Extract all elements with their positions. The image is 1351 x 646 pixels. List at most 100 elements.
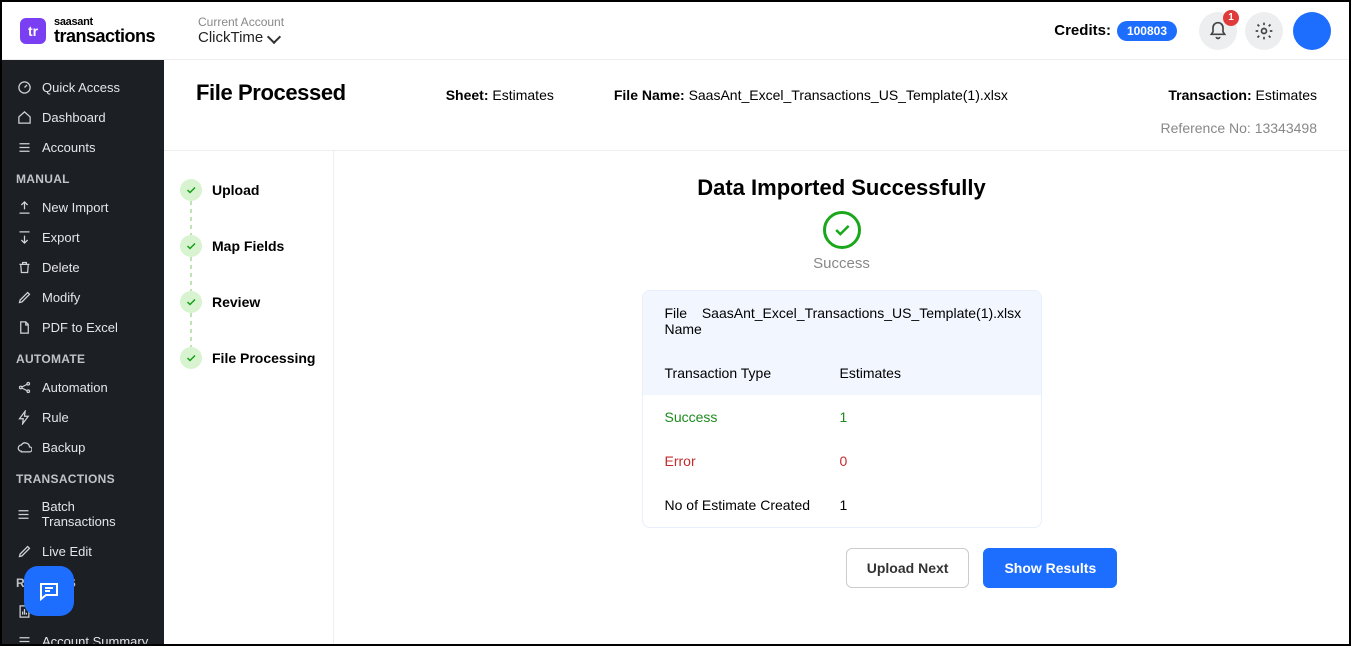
summary-value: SaasAnt_Excel_Transactions_US_Template(1… [702, 305, 1021, 337]
list-icon [16, 139, 32, 155]
result-panel: Data Imported Successfully Success File … [334, 151, 1349, 644]
summary-row: No of Estimate Created1 [643, 483, 1041, 527]
summary-key: Error [665, 453, 840, 469]
sidebar-item-label: New Import [42, 200, 108, 215]
summary-row: Success1 [643, 395, 1041, 439]
brand-bottom: transactions [54, 27, 155, 45]
upload-next-button[interactable]: Upload Next [846, 548, 970, 588]
sidebar-item-label: Automation [42, 380, 108, 395]
sidebar-item-modify[interactable]: Modify [2, 282, 164, 312]
bolt-icon [16, 409, 32, 425]
sidebar-item-export[interactable]: Export [2, 222, 164, 252]
sidebar-item-quick-access[interactable]: Quick Access [2, 72, 164, 102]
sidebar-item-backup[interactable]: Backup [2, 432, 164, 462]
account-label: Current Account [198, 15, 284, 29]
account-value: ClickTime [198, 29, 263, 46]
sidebar-item-label: Dashboard [42, 110, 106, 125]
sidebar-item-label: Export [42, 230, 80, 245]
app-header: tr saasant transactions Current Account … [2, 2, 1349, 60]
import-stepper: Upload Map Fields Review File Processing [164, 151, 334, 644]
page-title: File Processed [196, 80, 346, 106]
credits-label: Credits: [1054, 22, 1111, 39]
sidebar-item-live-edit[interactable]: Live Edit [2, 536, 164, 566]
sidebar-item-label: Accounts [42, 140, 95, 155]
chevron-down-icon [269, 29, 279, 46]
sidebar-item-pdf-to-excel[interactable]: PDF to Excel [2, 312, 164, 342]
page-header: File Processed Sheet: Estimates File Nam… [164, 60, 1349, 151]
gear-icon [1254, 21, 1274, 41]
user-avatar[interactable] [1293, 12, 1331, 50]
step-label: Review [212, 294, 260, 310]
account-picker[interactable]: Current Account ClickTime [198, 15, 284, 46]
trash-icon [16, 259, 32, 275]
notification-badge: 1 [1223, 10, 1239, 26]
transaction-info: Transaction: Estimates [1168, 87, 1317, 103]
sidebar-section-title: TRANSACTIONS [2, 462, 164, 492]
summary-box: File NameSaasAnt_Excel_Transactions_US_T… [642, 290, 1042, 528]
reference-no: Reference No: 13343498 [196, 120, 1317, 136]
summary-row: Error0 [643, 439, 1041, 483]
sidebar-item-label: Live Edit [42, 544, 92, 559]
stack-icon [16, 633, 32, 644]
main-content: File Processed Sheet: Estimates File Nam… [164, 60, 1349, 644]
sidebar-item-dashboard[interactable]: Dashboard [2, 102, 164, 132]
notifications-button[interactable]: 1 [1199, 12, 1237, 50]
success-check-icon [823, 211, 861, 249]
brand-badge-icon: tr [20, 18, 46, 44]
result-title: Data Imported Successfully [374, 175, 1309, 201]
file-icon [16, 319, 32, 335]
credits-value[interactable]: 100803 [1117, 21, 1177, 41]
sidebar-section-title: MANUAL [2, 162, 164, 192]
home-icon [16, 109, 32, 125]
summary-key: Success [665, 409, 840, 425]
cloud-icon [16, 439, 32, 455]
summary-row: Transaction TypeEstimates [643, 351, 1041, 395]
summary-value: 1 [840, 497, 1019, 513]
summary-row: File NameSaasAnt_Excel_Transactions_US_T… [643, 291, 1041, 351]
chat-icon [37, 579, 61, 603]
chat-fab[interactable] [24, 566, 74, 616]
step-label: Map Fields [212, 238, 284, 254]
settings-button[interactable] [1245, 12, 1283, 50]
sidebar-item-label: Delete [42, 260, 80, 275]
sidebar-item-label: Modify [42, 290, 80, 305]
sidebar-item-account-summary[interactable]: Account Summary [2, 626, 164, 644]
sidebar-item-batch-transactions[interactable]: Batch Transactions [2, 492, 164, 536]
gauge-icon [16, 79, 32, 95]
step-review: Review [180, 291, 317, 313]
summary-value: 1 [840, 409, 1019, 425]
sidebar-item-label: Rule [42, 410, 69, 425]
sidebar-item-accounts[interactable]: Accounts [2, 132, 164, 162]
check-icon [180, 235, 202, 257]
sidebar: Quick Access Dashboard Accounts MANUAL New I… [2, 60, 164, 644]
sidebar-item-label: Account Summary [42, 634, 148, 645]
sidebar-item-rule[interactable]: Rule [2, 402, 164, 432]
sidebar-item-label: Quick Access [42, 80, 120, 95]
sidebar-item-label: PDF to Excel [42, 320, 118, 335]
check-icon [180, 347, 202, 369]
download-icon [16, 229, 32, 245]
list-icon [16, 506, 32, 522]
show-results-button[interactable]: Show Results [983, 548, 1117, 588]
step-upload: Upload [180, 179, 317, 201]
upload-icon [16, 199, 32, 215]
step-label: File Processing [212, 350, 315, 366]
sidebar-section-title: AUTOMATE [2, 342, 164, 372]
result-status: Success [374, 255, 1309, 272]
sidebar-item-new-import[interactable]: New Import [2, 192, 164, 222]
brand-logo[interactable]: tr saasant transactions [20, 17, 180, 45]
credits: Credits: 100803 [1054, 21, 1177, 41]
pencil-icon [16, 289, 32, 305]
step-file-processing: File Processing [180, 347, 317, 369]
filename-info: File Name: SaasAnt_Excel_Transactions_US… [614, 87, 1008, 103]
sidebar-item-label: Backup [42, 440, 85, 455]
share-icon [16, 379, 32, 395]
sidebar-item-label: Batch Transactions [42, 499, 150, 529]
summary-value: Estimates [840, 365, 1019, 381]
summary-key: Transaction Type [665, 365, 840, 381]
sidebar-item-automation[interactable]: Automation [2, 372, 164, 402]
sidebar-item-delete[interactable]: Delete [2, 252, 164, 282]
step-map-fields: Map Fields [180, 235, 317, 257]
check-icon [180, 291, 202, 313]
sheet-info: Sheet: Estimates [446, 87, 554, 103]
